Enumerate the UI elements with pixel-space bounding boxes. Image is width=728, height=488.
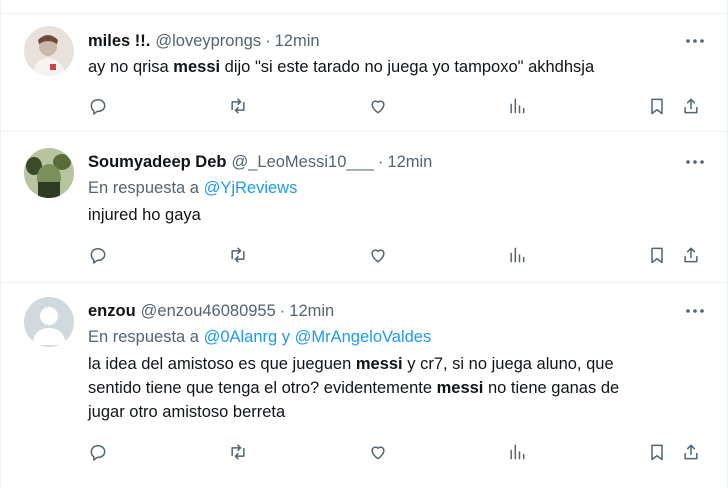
retweet-icon[interactable] — [225, 439, 251, 465]
mention-link[interactable]: @YjReviews — [204, 179, 298, 197]
highlighted-term: messi — [436, 379, 484, 397]
tweet-header: Soumyadeep Deb @_LeoMessi10___ · 12min — [88, 151, 708, 173]
tweet-item[interactable]: miles !!. @loveyprongs · 12min ay no qri… — [0, 14, 728, 132]
tweet-actions — [80, 242, 712, 268]
timestamp[interactable]: 12min — [275, 32, 320, 51]
reply-context: En respuesta a @YjReviews — [88, 179, 298, 197]
display-name[interactable]: Soumyadeep Deb — [88, 153, 226, 172]
more-dots-icon[interactable] — [682, 151, 708, 173]
user-handle[interactable]: @loveyprongs — [155, 32, 261, 51]
avatar[interactable] — [24, 148, 74, 198]
tweet-item[interactable]: Soumyadeep Deb @_LeoMessi10___ · 12min E… — [0, 133, 728, 283]
reply-bubble-icon[interactable] — [85, 242, 111, 268]
highlighted-term: messi — [355, 355, 403, 373]
timestamp[interactable]: 12min — [289, 302, 334, 321]
highlighted-term: messi — [173, 58, 221, 76]
display-name[interactable]: enzou — [88, 302, 136, 321]
views-chart-icon[interactable] — [504, 439, 530, 465]
share-icon[interactable] — [678, 242, 704, 268]
more-dots-icon[interactable] — [682, 30, 708, 52]
share-icon[interactable] — [678, 93, 704, 119]
tweet-actions — [80, 93, 712, 119]
share-icon[interactable] — [678, 439, 704, 465]
tweet-text: injured ho gaya — [88, 206, 201, 224]
top-divider — [0, 0, 728, 14]
more-dots-icon[interactable] — [682, 300, 708, 322]
timestamp[interactable]: 12min — [387, 153, 432, 172]
tweet-header: miles !!. @loveyprongs · 12min — [88, 30, 708, 52]
heart-icon[interactable] — [365, 439, 391, 465]
user-handle[interactable]: @enzou46080955 — [141, 302, 276, 321]
reply-bubble-icon[interactable] — [85, 439, 111, 465]
heart-icon[interactable] — [365, 242, 391, 268]
tweet-item[interactable]: enzou @enzou46080955 · 12min En respuest… — [0, 284, 728, 488]
bookmark-icon[interactable] — [644, 93, 670, 119]
mention-joiner: y — [277, 328, 295, 346]
retweet-icon[interactable] — [225, 242, 251, 268]
separator-dot: · — [265, 31, 271, 50]
tweet-actions — [80, 439, 712, 465]
retweet-icon[interactable] — [225, 93, 251, 119]
reply-bubble-icon[interactable] — [85, 93, 111, 119]
tweet-text: la idea del amistoso es que jueguen mess… — [88, 355, 620, 421]
separator-dot: · — [377, 152, 384, 171]
mention-link[interactable]: @MrAngeloValdes — [295, 328, 432, 346]
heart-icon[interactable] — [365, 93, 391, 119]
views-chart-icon[interactable] — [504, 242, 530, 268]
avatar[interactable] — [24, 297, 74, 347]
avatar[interactable] — [24, 26, 74, 76]
separator-dot: · — [279, 301, 286, 320]
mention-link[interactable]: @0Alanrg — [204, 328, 278, 346]
display-name[interactable]: miles !!. — [88, 32, 150, 51]
bookmark-icon[interactable] — [644, 439, 670, 465]
reply-context: En respuesta a @0Alanrg y @MrAngeloValde… — [88, 328, 432, 346]
bookmark-icon[interactable] — [644, 242, 670, 268]
views-chart-icon[interactable] — [504, 93, 530, 119]
tweet-header: enzou @enzou46080955 · 12min — [88, 300, 708, 322]
tweet-text: ay no qrisa messi dijo "si este tarado n… — [88, 58, 595, 76]
user-handle[interactable]: @_LeoMessi10___ — [231, 153, 373, 172]
